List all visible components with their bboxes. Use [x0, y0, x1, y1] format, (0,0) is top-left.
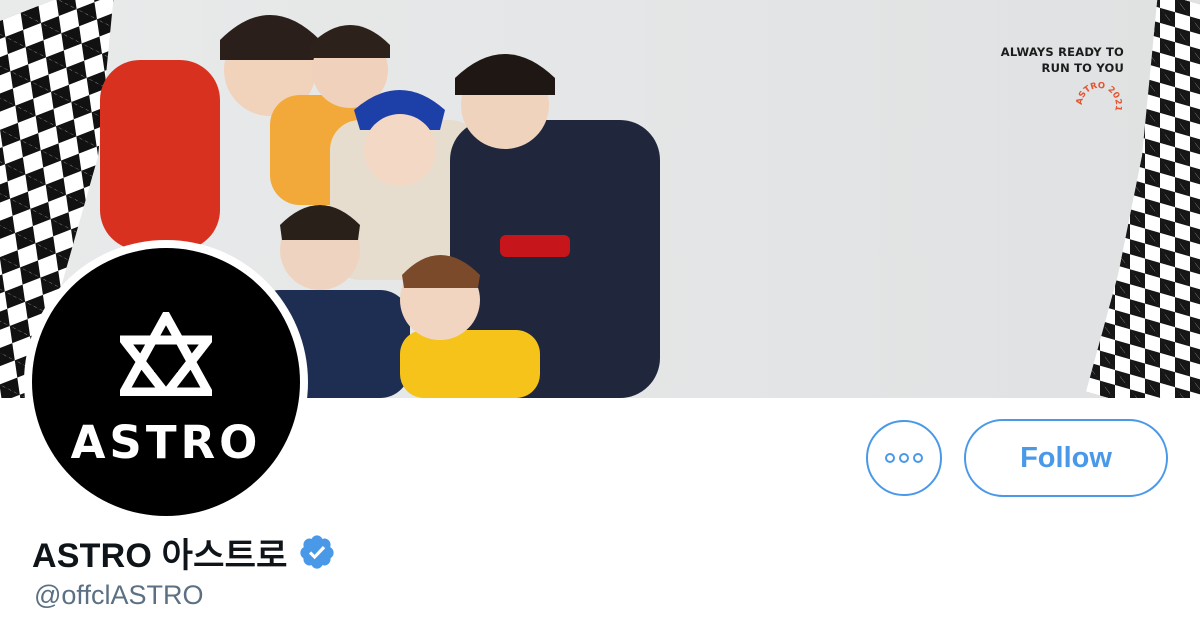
more-options-button[interactable] — [866, 420, 942, 496]
profile-avatar[interactable]: ASTRO — [24, 240, 308, 524]
verified-badge-icon — [299, 535, 334, 569]
more-options-icon — [885, 453, 895, 463]
more-options-icon — [913, 453, 923, 463]
banner-caption-line2: RUN TO YOU — [1041, 61, 1124, 75]
circular-stamp-logo: ASTRO 2021 — [1076, 82, 1122, 112]
astro-star-logo — [120, 312, 212, 396]
avatar-image: ASTRO — [32, 248, 300, 516]
avatar-wordmark: ASTRO — [70, 416, 262, 469]
display-name-row: ASTRO 아스트로 — [32, 530, 336, 575]
svg-text:ASTRO 2021: ASTRO 2021 — [1076, 82, 1122, 112]
more-options-icon — [899, 453, 909, 463]
user-handle: @offclASTRO — [34, 580, 204, 610]
banner-caption-line1: ALWAYS READY TO — [1000, 45, 1124, 59]
display-name: ASTRO 아스트로 — [32, 536, 288, 575]
stamp-text: ASTRO 2021 — [1076, 82, 1122, 112]
banner-caption: ALWAYS READY TO RUN TO YOU — [1001, 44, 1124, 76]
follow-button[interactable]: Follow — [964, 419, 1168, 497]
